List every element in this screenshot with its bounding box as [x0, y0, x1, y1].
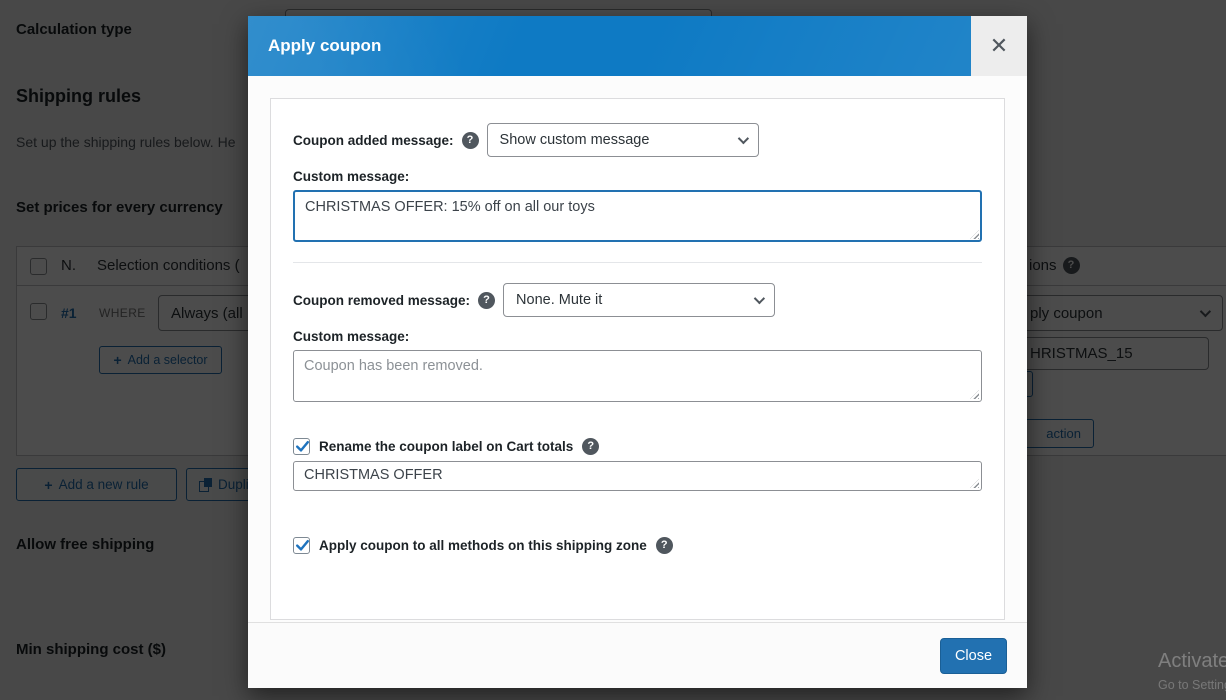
- checkmark-icon: [296, 441, 309, 452]
- apply-coupon-modal: Apply coupon ✕ Coupon added message: ? S…: [248, 16, 1027, 688]
- close-button[interactable]: Close: [940, 637, 1007, 674]
- coupon-added-label: Coupon added message:: [293, 132, 454, 148]
- custom-message-removed-textarea[interactable]: [293, 350, 982, 402]
- apply-all-methods-row: Apply coupon to all methods on this ship…: [293, 537, 982, 554]
- coupon-removed-label: Coupon removed message:: [293, 292, 471, 308]
- modal-body: Coupon added message: ? Show custom mess…: [248, 76, 1027, 622]
- coupon-added-row: Coupon added message: ? Show custom mess…: [293, 123, 982, 157]
- chevron-down-icon: [737, 132, 749, 145]
- help-icon[interactable]: ?: [655, 537, 673, 554]
- close-icon[interactable]: ✕: [971, 16, 1027, 76]
- help-icon[interactable]: ?: [582, 438, 600, 455]
- custom-message-label: Custom message:: [293, 169, 410, 184]
- help-icon[interactable]: ?: [478, 291, 496, 309]
- apply-all-methods-label: Apply coupon to all methods on this ship…: [319, 538, 647, 553]
- modal-footer: Close: [248, 622, 1027, 688]
- custom-message-label: Custom message:: [293, 329, 410, 344]
- modal-title: Apply coupon: [268, 36, 382, 55]
- rename-coupon-checkbox[interactable]: [293, 438, 310, 455]
- rename-coupon-label: Rename the coupon label on Cart totals: [319, 439, 574, 454]
- chevron-down-icon: [753, 292, 766, 305]
- custom-message-removed-wrap: [293, 350, 982, 402]
- modal-header-bar: Apply coupon: [248, 16, 971, 76]
- custom-message-added-textarea[interactable]: CHRISTMAS OFFER: 15% off on all our toys: [293, 190, 982, 242]
- checkmark-icon: [296, 540, 309, 551]
- help-icon[interactable]: ?: [461, 131, 479, 149]
- modal-header: Apply coupon ✕: [248, 16, 1027, 76]
- watermark-line1: Activate Windows: [1158, 650, 1226, 672]
- coupon-added-select[interactable]: Show custom message: [486, 123, 759, 157]
- rename-coupon-row: Rename the coupon label on Cart totals ?: [293, 438, 982, 455]
- watermark-line2: Go to Settings to activate Windows.: [1158, 678, 1226, 692]
- coupon-label-textarea[interactable]: CHRISTMAS OFFER: [293, 461, 982, 491]
- apply-all-methods-checkbox[interactable]: [293, 537, 310, 554]
- screen: Calculation type Shipping rules Set up t…: [0, 0, 1226, 700]
- coupon-removed-select[interactable]: None. Mute it: [503, 283, 776, 317]
- settings-panel: Coupon added message: ? Show custom mess…: [270, 98, 1005, 620]
- section-divider: [293, 262, 982, 263]
- coupon-removed-row: Coupon removed message: ? None. Mute it: [293, 283, 982, 317]
- coupon-added-select-value: Show custom message: [499, 132, 650, 148]
- coupon-label-wrap: CHRISTMAS OFFER: [293, 461, 982, 491]
- windows-activation-watermark: Activate Windows Go to Settings to activ…: [1158, 650, 1226, 692]
- coupon-removed-select-value: None. Mute it: [516, 292, 603, 308]
- custom-message-added-wrap: CHRISTMAS OFFER: 15% off on all our toys: [293, 190, 982, 242]
